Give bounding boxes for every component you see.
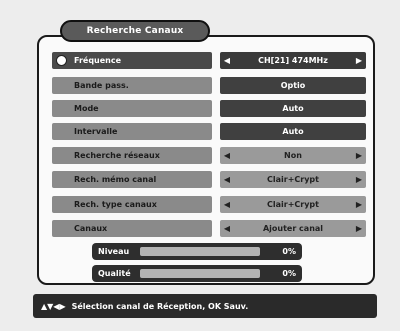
value-field[interactable]: Clair+Crypt xyxy=(220,171,366,188)
value-field[interactable]: Non xyxy=(220,147,366,164)
left-arrow-icon[interactable]: ◀ xyxy=(220,52,234,69)
selected-dot-icon xyxy=(56,55,67,66)
row-label: Mode xyxy=(52,100,212,117)
row-rech-type-canaux[interactable]: Rech. type canaux Clair+Crypt ◀ ▶ xyxy=(52,196,366,213)
value-field[interactable]: Clair+Crypt xyxy=(220,196,366,213)
right-arrow-icon[interactable]: ▶ xyxy=(352,52,366,69)
signal-quality-bar: Qualité 0% xyxy=(92,265,302,282)
value-field[interactable]: CH[21] 474MHz xyxy=(220,52,366,69)
help-text: Sélection canal de Réception, OK Sauv. xyxy=(71,301,249,311)
help-bar: ▲▼◀▶ Sélection canal de Réception, OK Sa… xyxy=(33,294,377,318)
row-label: Bande pass. xyxy=(52,77,212,94)
row-frequence[interactable]: Fréquence CH[21] 474MHz ◀ ▶ xyxy=(52,52,366,69)
signal-level-bar: Niveau 0% xyxy=(92,243,302,260)
bar-percent: 0% xyxy=(282,269,296,278)
bar-percent: 0% xyxy=(282,247,296,256)
left-arrow-icon[interactable]: ◀ xyxy=(220,147,234,164)
row-label: Intervalle xyxy=(52,123,212,140)
left-arrow-icon[interactable]: ◀ xyxy=(220,171,234,188)
bar-track xyxy=(140,247,260,256)
value-field[interactable]: Auto xyxy=(220,100,366,117)
row-canaux[interactable]: Canaux Ajouter canal ◀ ▶ xyxy=(52,220,366,237)
row-recherche-reseaux[interactable]: Recherche réseaux Non ◀ ▶ xyxy=(52,147,366,164)
left-arrow-icon[interactable]: ◀ xyxy=(220,196,234,213)
value-text: CH[21] 474MHz xyxy=(258,56,328,65)
value-field[interactable]: Ajouter canal xyxy=(220,220,366,237)
right-arrow-icon[interactable]: ▶ xyxy=(352,147,366,164)
row-label: Fréquence xyxy=(52,52,212,69)
row-rech-memo-canal[interactable]: Rech. mémo canal Clair+Crypt ◀ ▶ xyxy=(52,171,366,188)
bar-track xyxy=(140,269,260,278)
right-arrow-icon[interactable]: ▶ xyxy=(352,196,366,213)
row-intervalle[interactable]: Intervalle Auto xyxy=(52,123,366,140)
value-field[interactable]: Auto xyxy=(220,123,366,140)
menu-title: Recherche Canaux xyxy=(60,20,210,42)
row-label: Recherche réseaux xyxy=(52,147,212,164)
row-mode[interactable]: Mode Auto xyxy=(52,100,366,117)
bar-label: Niveau xyxy=(98,247,130,256)
bar-label: Qualité xyxy=(98,269,131,278)
row-label: Rech. type canaux xyxy=(52,196,212,213)
right-arrow-icon[interactable]: ▶ xyxy=(352,220,366,237)
left-arrow-icon[interactable]: ◀ xyxy=(220,220,234,237)
label-text: Fréquence xyxy=(74,56,122,65)
row-label: Rech. mémo canal xyxy=(52,171,212,188)
row-label: Canaux xyxy=(52,220,212,237)
tv-screen: Recherche Canaux Fréquence CH[21] 474MHz… xyxy=(0,0,400,331)
nav-keys-icon: ▲▼◀▶ xyxy=(41,301,66,311)
value-field[interactable]: Optio xyxy=(220,77,366,94)
row-bande-passante[interactable]: Bande pass. Optio xyxy=(52,77,366,94)
right-arrow-icon[interactable]: ▶ xyxy=(352,171,366,188)
